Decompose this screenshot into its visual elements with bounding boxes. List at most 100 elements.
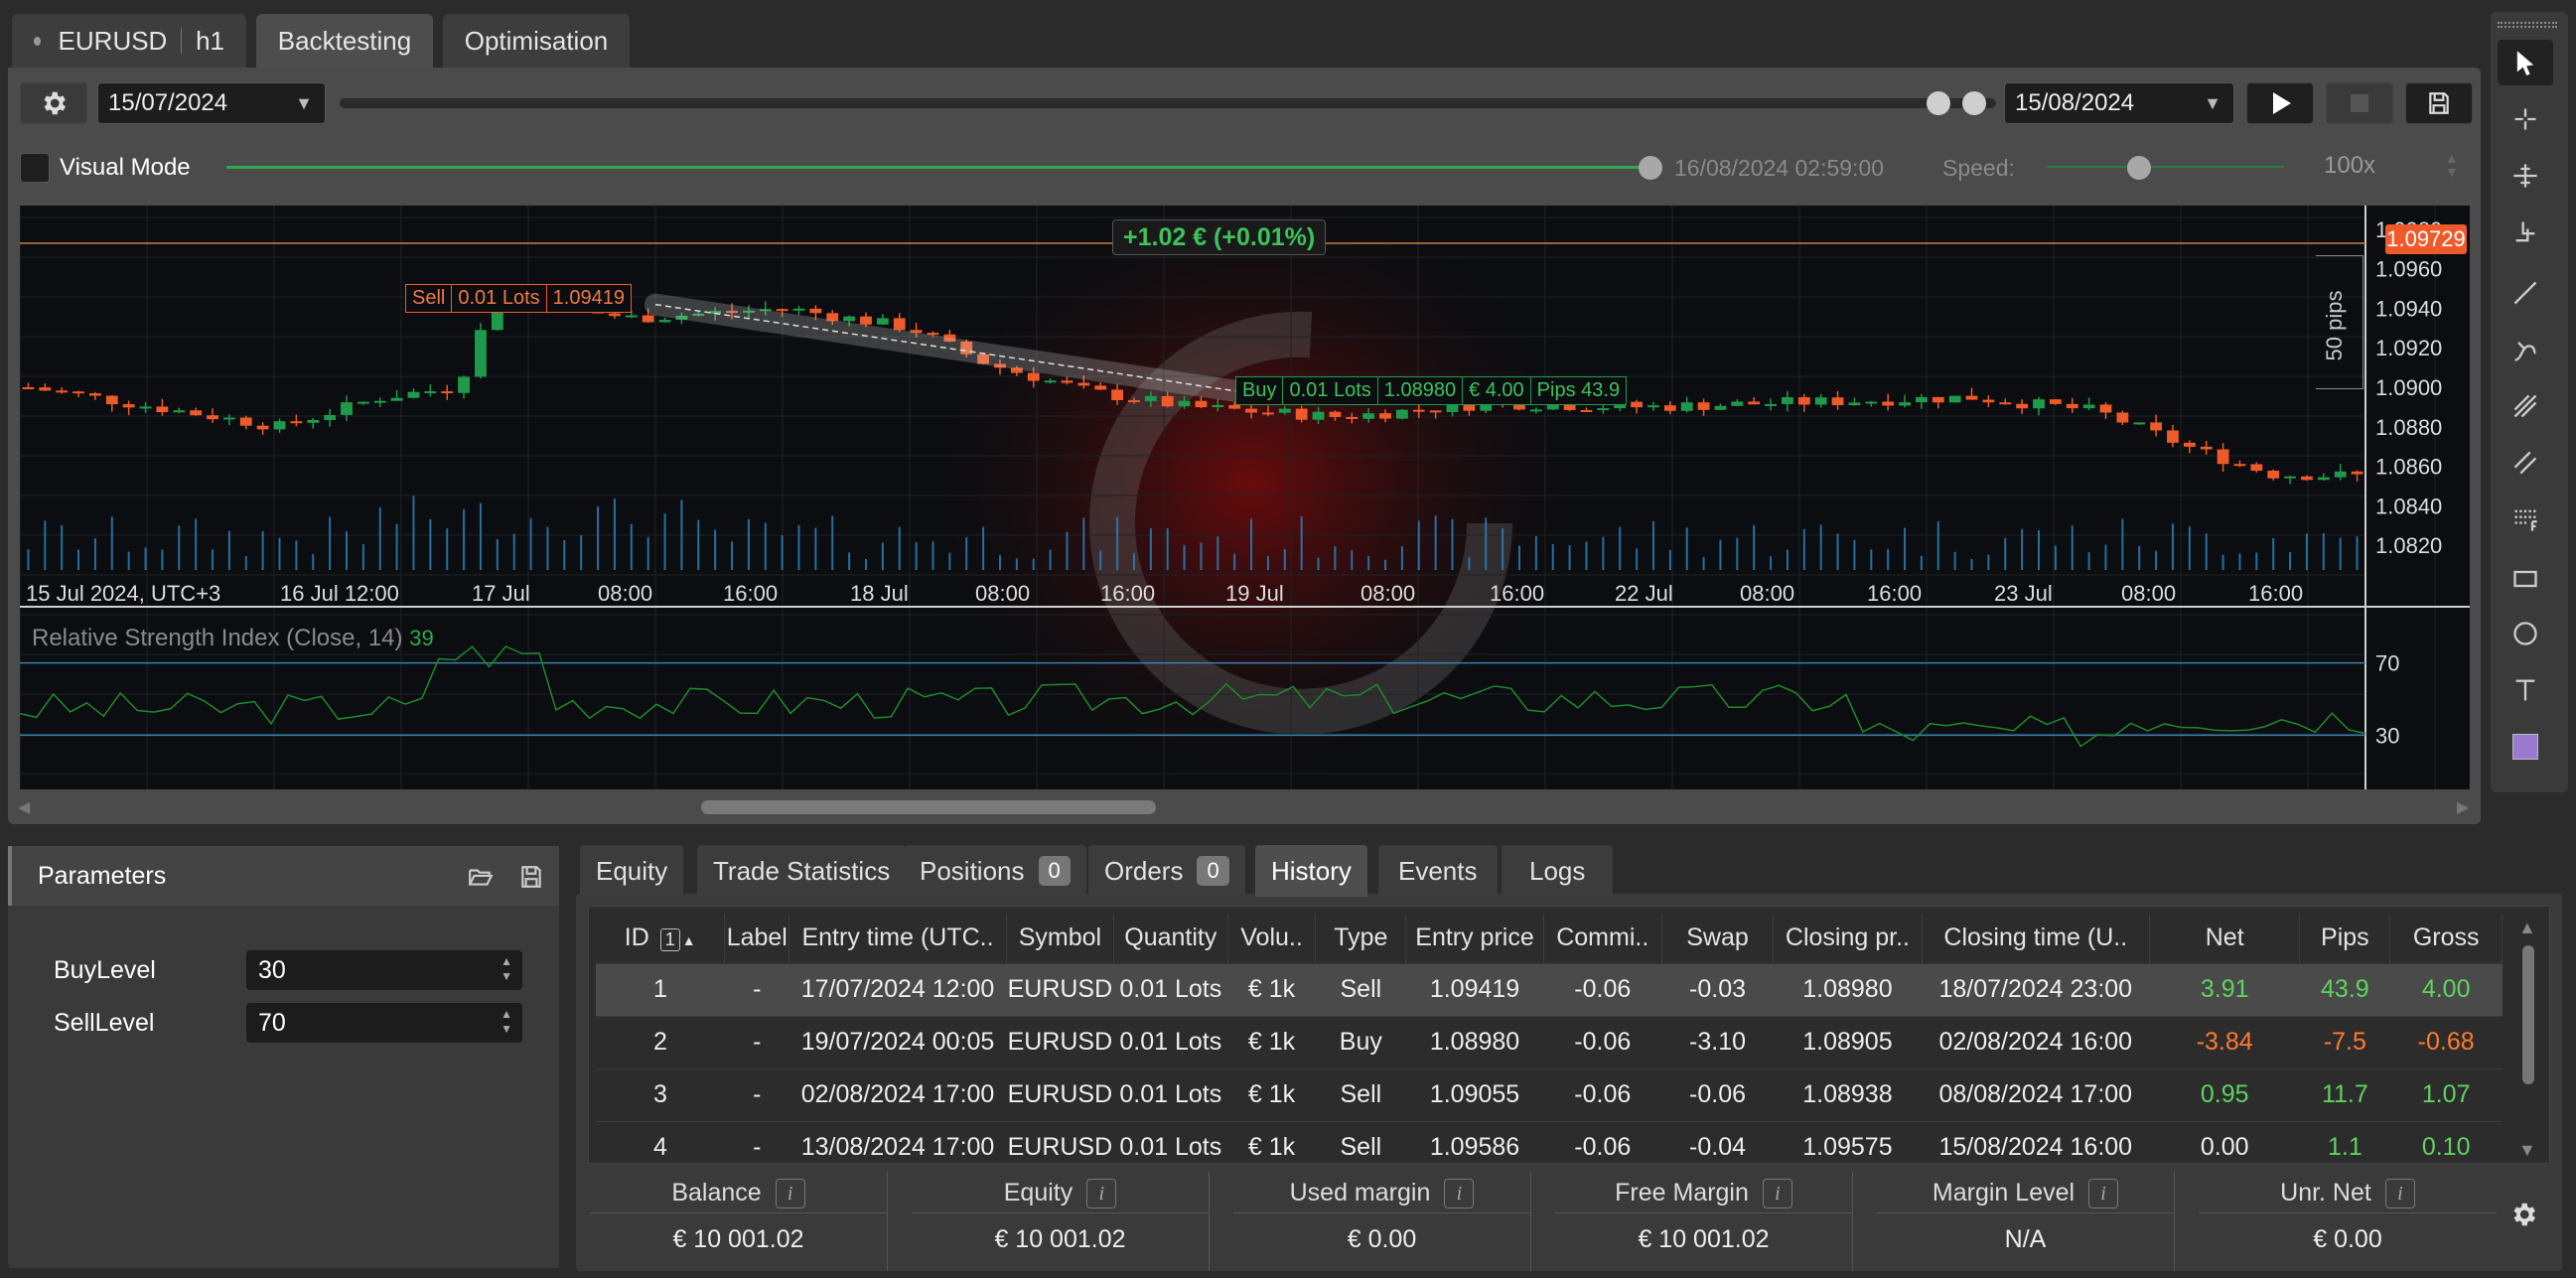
color-picker[interactable]: [2498, 724, 2553, 770]
speed-stepper[interactable]: ▲ ▼: [2445, 151, 2459, 179]
column-header[interactable]: Entry price: [1405, 914, 1544, 963]
stop-button[interactable]: [2326, 82, 2393, 124]
toolbar-grip[interactable]: [2498, 22, 2557, 28]
column-header[interactable]: Gross: [2389, 914, 2503, 963]
column-header[interactable]: Volu..: [1227, 914, 1317, 963]
tab-equity[interactable]: Equity: [580, 845, 684, 897]
start-date-picker[interactable]: 15/07/2024 ▼: [97, 82, 326, 124]
trendline-tool[interactable]: [2498, 270, 2553, 316]
channel-tool[interactable]: [2498, 440, 2553, 486]
column-header[interactable]: Quantity: [1113, 914, 1228, 963]
column-header[interactable]: Closing time (U..: [1922, 914, 2150, 963]
range-start-handle[interactable]: [1927, 91, 1950, 115]
end-date-picker[interactable]: 15/08/2024 ▼: [2004, 82, 2234, 124]
tab-logs-label: Logs: [1529, 855, 1586, 886]
tab-equity-label: Equity: [596, 855, 668, 886]
ellipse-tool[interactable]: [2498, 611, 2553, 656]
tab-symbol[interactable]: EURUSD h1: [12, 14, 246, 68]
param-buylevel-value: 30: [258, 956, 286, 984]
visual-mode-checkbox[interactable]: [20, 153, 50, 183]
table-row[interactable]: 1-17/07/2024 12:00 EURUSD 0.01 Lots € 1k Sel…: [596, 962, 2503, 1016]
play-button[interactable]: [2246, 82, 2314, 124]
table-cell: Sell: [1315, 1067, 1406, 1121]
andrews-pitchfork-tool[interactable]: [2498, 383, 2553, 429]
candle-body: [625, 315, 638, 318]
volume-bar: [865, 559, 868, 570]
chart-scrollbar[interactable]: [701, 800, 1156, 814]
volume-bar: [965, 537, 968, 570]
column-header[interactable]: Closing pr..: [1773, 914, 1923, 963]
speed-slider[interactable]: [2046, 166, 2284, 168]
column-header[interactable]: Swap: [1661, 914, 1775, 963]
price-chart[interactable]: 1.09801.09601.09401.09201.09001.08801.08…: [20, 206, 2470, 789]
text-tool[interactable]: [2498, 667, 2553, 713]
info-icon[interactable]: i: [775, 1179, 805, 1209]
stepper-icon[interactable]: ▲ ▼: [501, 954, 512, 984]
settings-button[interactable]: [20, 82, 87, 124]
tab-optimisation[interactable]: Optimisation: [443, 14, 630, 68]
volume-bar: [1702, 556, 1705, 570]
table-row[interactable]: 3-02/08/2024 17:00 EURUSD 0.01 Lots € 1k Sel…: [596, 1067, 2503, 1121]
crosshair-tool[interactable]: [2498, 96, 2553, 142]
volume-bar: [1082, 517, 1085, 570]
time-tick-label: 16 Jul 12:00: [280, 581, 399, 606]
column-header[interactable]: Commi..: [1543, 914, 1662, 963]
candle-body: [56, 390, 69, 393]
zoom-tool[interactable]: [2498, 210, 2553, 255]
stepper-icon[interactable]: ▲ ▼: [501, 1007, 512, 1037]
volume-bar: [630, 523, 633, 570]
param-selllevel-input[interactable]: 70 ▲ ▼: [246, 1003, 522, 1043]
candle-body: [1982, 399, 1995, 403]
tab-trade-statistics[interactable]: Trade Statistics: [697, 845, 907, 897]
range-end-handle[interactable]: [1962, 91, 1986, 115]
date-range-slider[interactable]: [340, 98, 1996, 108]
tab-logs[interactable]: Logs: [1502, 845, 1614, 897]
candle-body: [2016, 403, 2029, 409]
buy-trade-tag[interactable]: Buy 0.01 Lots 1.08980 € 4.00 Pips 43.9: [1235, 376, 1628, 405]
playback-progress[interactable]: [226, 166, 1648, 169]
column-header[interactable]: Label: [724, 914, 790, 963]
tab-history[interactable]: History: [1255, 845, 1367, 897]
column-header[interactable]: ID 1 ▲: [596, 914, 726, 963]
playback-handle[interactable]: [1639, 156, 1662, 180]
save-button[interactable]: [2405, 82, 2473, 124]
scroll-right-icon[interactable]: ▶: [2457, 797, 2469, 817]
column-header[interactable]: Symbol: [1006, 914, 1114, 963]
speed-handle[interactable]: [2127, 156, 2151, 180]
scroll-down-icon[interactable]: ▼: [2518, 1140, 2536, 1161]
summary-settings-button[interactable]: [2508, 1200, 2538, 1234]
fib-grid-tool[interactable]: [2498, 497, 2553, 542]
table-row[interactable]: 4-13/08/2024 17:00 EURUSD 0.01 Lots € 1k Sel…: [596, 1120, 2503, 1174]
scroll-left-icon[interactable]: ◀: [18, 797, 30, 817]
info-icon[interactable]: i: [1086, 1179, 1117, 1209]
column-header[interactable]: Pips: [2299, 914, 2391, 963]
table-scrollbar[interactable]: [2522, 945, 2534, 1084]
save-preset-button[interactable]: [518, 864, 544, 895]
candle-body: [1797, 397, 1810, 405]
info-icon[interactable]: i: [1762, 1179, 1792, 1209]
open-preset-button[interactable]: [467, 864, 495, 895]
column-header[interactable]: Entry time (UTC..: [788, 914, 1007, 963]
tab-events[interactable]: Events: [1378, 845, 1498, 897]
candle-body: [1295, 408, 1308, 420]
table-row[interactable]: 2-19/07/2024 00:05 EURUSD 0.01 Lots € 1k Buy…: [596, 1015, 2503, 1068]
candle-body: [1765, 403, 1777, 406]
measure-tool[interactable]: [2498, 153, 2553, 199]
info-icon[interactable]: i: [1444, 1179, 1475, 1209]
tab-positions[interactable]: Positions 0: [904, 845, 1086, 897]
sell-trade-tag[interactable]: Sell 0.01 Lots 1.09419: [405, 284, 632, 313]
column-header[interactable]: Net: [2149, 914, 2301, 963]
fibonacci-tool[interactable]: [2498, 327, 2553, 372]
column-header[interactable]: Type: [1315, 914, 1407, 963]
scroll-up-icon[interactable]: ▲: [2518, 918, 2536, 938]
rectangle-tool[interactable]: [2498, 556, 2553, 602]
tab-orders[interactable]: Orders 0: [1088, 845, 1245, 897]
orders-count-badge: 0: [1197, 856, 1229, 886]
info-icon[interactable]: i: [2088, 1179, 2119, 1209]
buy-pips: Pips 43.9: [1536, 379, 1621, 401]
table-cell: 0.00: [2149, 1120, 2300, 1174]
pointer-tool[interactable]: [2498, 40, 2553, 85]
param-buylevel-input[interactable]: 30 ▲ ▼: [246, 950, 522, 990]
info-icon[interactable]: i: [2384, 1179, 2415, 1209]
tab-backtesting[interactable]: Backtesting: [256, 14, 433, 68]
